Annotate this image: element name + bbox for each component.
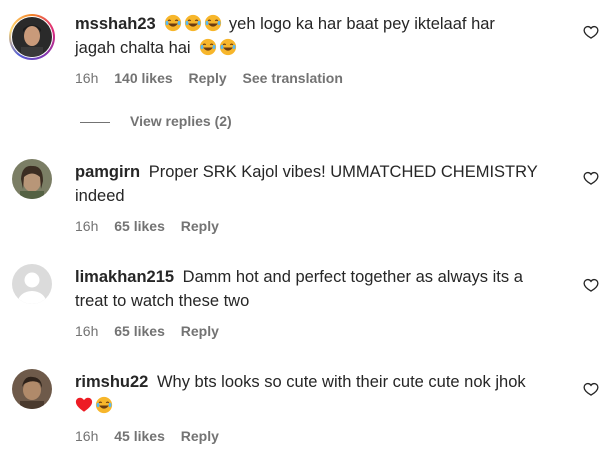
comment-meta: 16h 45 likes Reply [75, 428, 231, 444]
comment-text-line2: jagah chalta hai [75, 39, 191, 57]
reply-button[interactable]: Reply [189, 70, 227, 86]
laughing-emoji [219, 38, 237, 56]
default-avatar-icon [12, 264, 52, 304]
comment-body: limakhan215 Damm hot and perfect togethe… [75, 265, 565, 313]
comment-username[interactable]: pamgirn [75, 163, 140, 181]
laughing-emoji [164, 14, 182, 32]
comment-text: Damm hot and perfect together as always … [182, 268, 523, 286]
comment-meta: 16h 65 likes Reply [75, 323, 231, 339]
comment-text-line2: indeed [75, 187, 125, 205]
laughing-emoji [184, 14, 202, 32]
comment-text: Why bts looks so cute with their cute cu… [156, 373, 526, 391]
reply-button[interactable]: Reply [181, 428, 219, 444]
laughing-emoji [95, 396, 113, 414]
comment-text: yeh logo ka har baat pey iktelaaf har [228, 15, 495, 33]
comment-likes[interactable]: 45 likes [114, 428, 165, 444]
comment-time[interactable]: 16h [75, 70, 98, 86]
comment-text-line2: treat to watch these two [75, 292, 250, 310]
comment-likes[interactable]: 140 likes [114, 70, 172, 86]
avatar [12, 17, 52, 57]
like-heart-icon[interactable] [583, 381, 599, 397]
comment-time[interactable]: 16h [75, 218, 98, 234]
comment-likes[interactable]: 65 likes [114, 218, 165, 234]
comment-username[interactable]: rimshu22 [75, 373, 148, 391]
red-heart-emoji [75, 396, 93, 414]
comment-username[interactable]: msshah23 [75, 15, 156, 33]
view-replies-label: View replies (2) [130, 113, 232, 129]
comment-meta: 16h 65 likes Reply [75, 218, 231, 234]
view-replies-line [80, 122, 110, 123]
reply-button[interactable]: Reply [181, 323, 219, 339]
avatar-image [12, 159, 52, 199]
avatar-image [12, 17, 52, 57]
comment-time[interactable]: 16h [75, 428, 98, 444]
like-heart-icon[interactable] [583, 277, 599, 293]
avatar[interactable] [12, 159, 52, 199]
like-heart-icon[interactable] [583, 170, 599, 186]
avatar[interactable] [12, 264, 52, 304]
laughing-emoji [199, 38, 217, 56]
avatar[interactable] [12, 369, 52, 409]
reply-button[interactable]: Reply [181, 218, 219, 234]
comment-body: pamgirn Proper SRK Kajol vibes! UMMATCHE… [75, 160, 565, 208]
comment-meta: 16h 140 likes Reply See translation [75, 70, 355, 86]
avatar-ring-story[interactable] [9, 14, 55, 60]
avatar-image [12, 369, 52, 409]
comment-text: Proper SRK Kajol vibes! UMMATCHED CHEMIS… [148, 163, 538, 181]
comment-likes[interactable]: 65 likes [114, 323, 165, 339]
like-heart-icon[interactable] [583, 24, 599, 40]
comment-time[interactable]: 16h [75, 323, 98, 339]
comment-body: rimshu22 Why bts looks so cute with thei… [75, 370, 565, 418]
see-translation-button[interactable]: See translation [243, 70, 343, 86]
comment-username[interactable]: limakhan215 [75, 268, 174, 286]
laughing-emoji [204, 14, 222, 32]
comment-body: msshah23 yeh logo ka har baat pey iktela… [75, 12, 565, 60]
